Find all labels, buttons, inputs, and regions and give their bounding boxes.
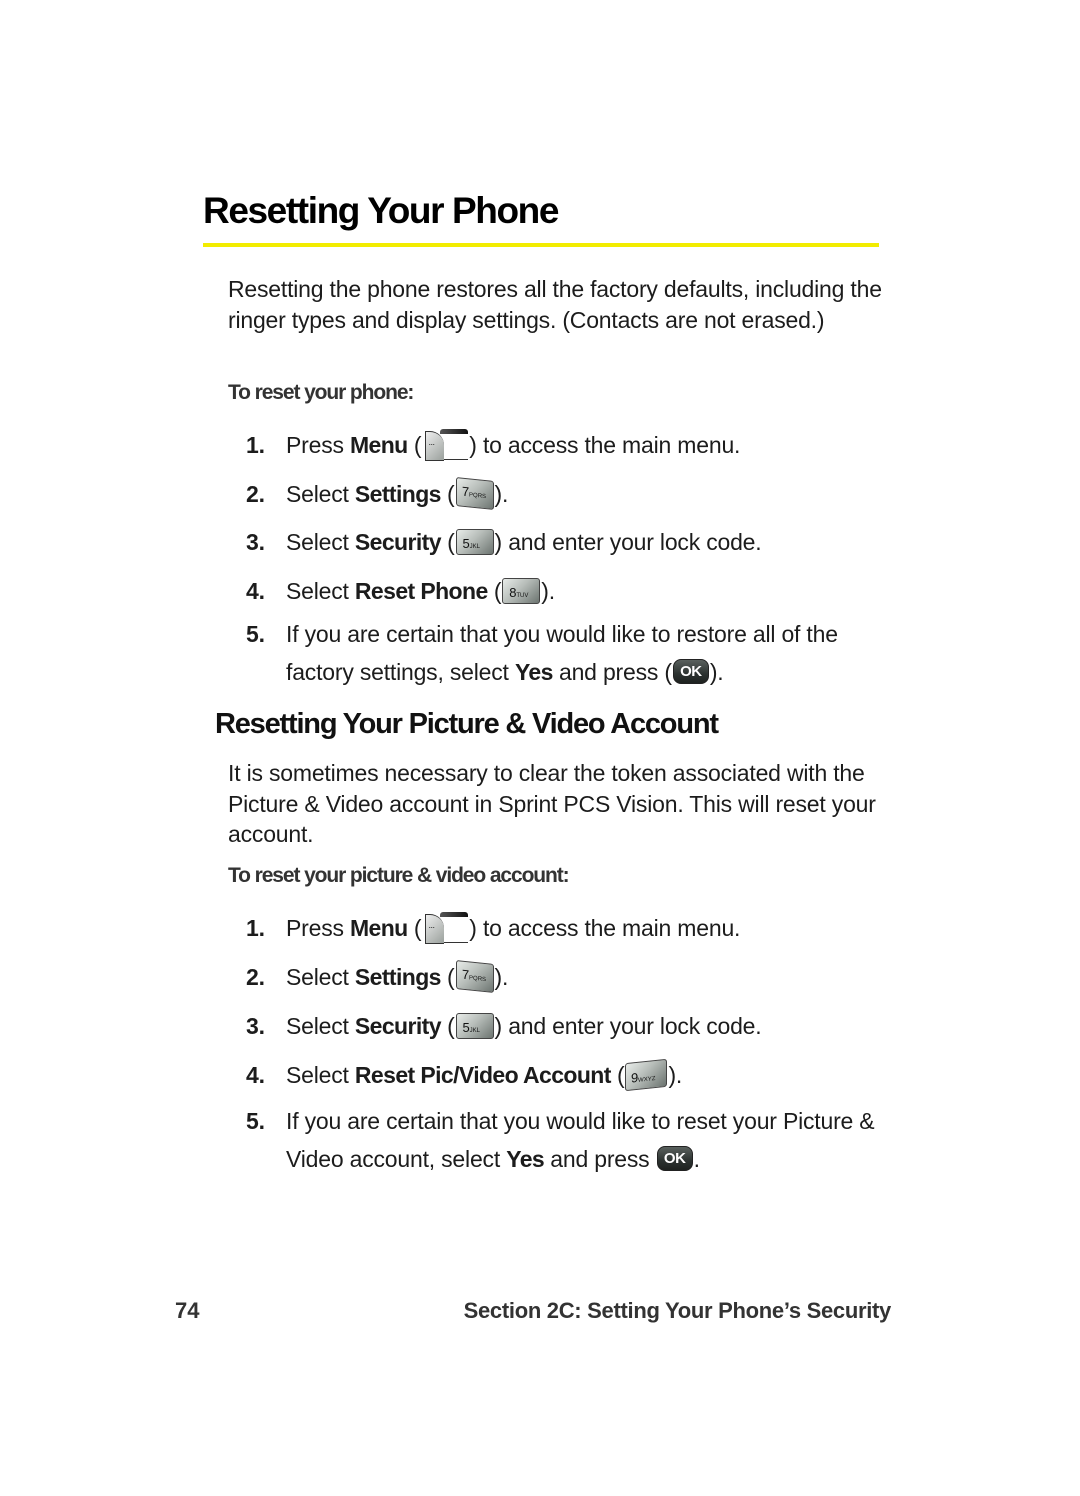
footer-section-title: Section 2C: Setting Your Phone’s Securit… bbox=[463, 1298, 892, 1323]
reset-phone-intro: Resetting the phone restores all the fac… bbox=[228, 276, 882, 333]
menu-key-icon: ··· bbox=[422, 428, 469, 461]
ok-key-icon: OK bbox=[656, 1146, 693, 1172]
title-underline-rule bbox=[203, 243, 879, 247]
key-7-icon: 7PQRS bbox=[455, 960, 494, 994]
page-number: 74 bbox=[175, 1298, 200, 1323]
reset-account-subheading: To reset your picture & video account: bbox=[228, 864, 570, 887]
key-8-icon: 8TUV bbox=[502, 577, 541, 604]
reset-phone-subheading: To reset your phone: bbox=[228, 381, 414, 404]
ok-key-icon: OK bbox=[672, 659, 709, 685]
reset-account-intro: It is sometimes necessary to clear the t… bbox=[228, 760, 876, 847]
section-heading-picture-video: Resetting Your Picture & Video Account bbox=[215, 708, 719, 740]
manual-page: Resetting Your Phone Resetting the phone… bbox=[175, 190, 892, 1323]
key-5-icon: 5JKL bbox=[455, 528, 494, 555]
key-5-icon: 5JKL bbox=[455, 1012, 494, 1039]
page-title: Resetting Your Phone bbox=[203, 190, 559, 231]
menu-key-icon: ··· bbox=[422, 911, 469, 944]
key-7-icon: 7PQRS bbox=[455, 477, 494, 511]
key-9-icon: 9WXYZ bbox=[625, 1058, 668, 1092]
